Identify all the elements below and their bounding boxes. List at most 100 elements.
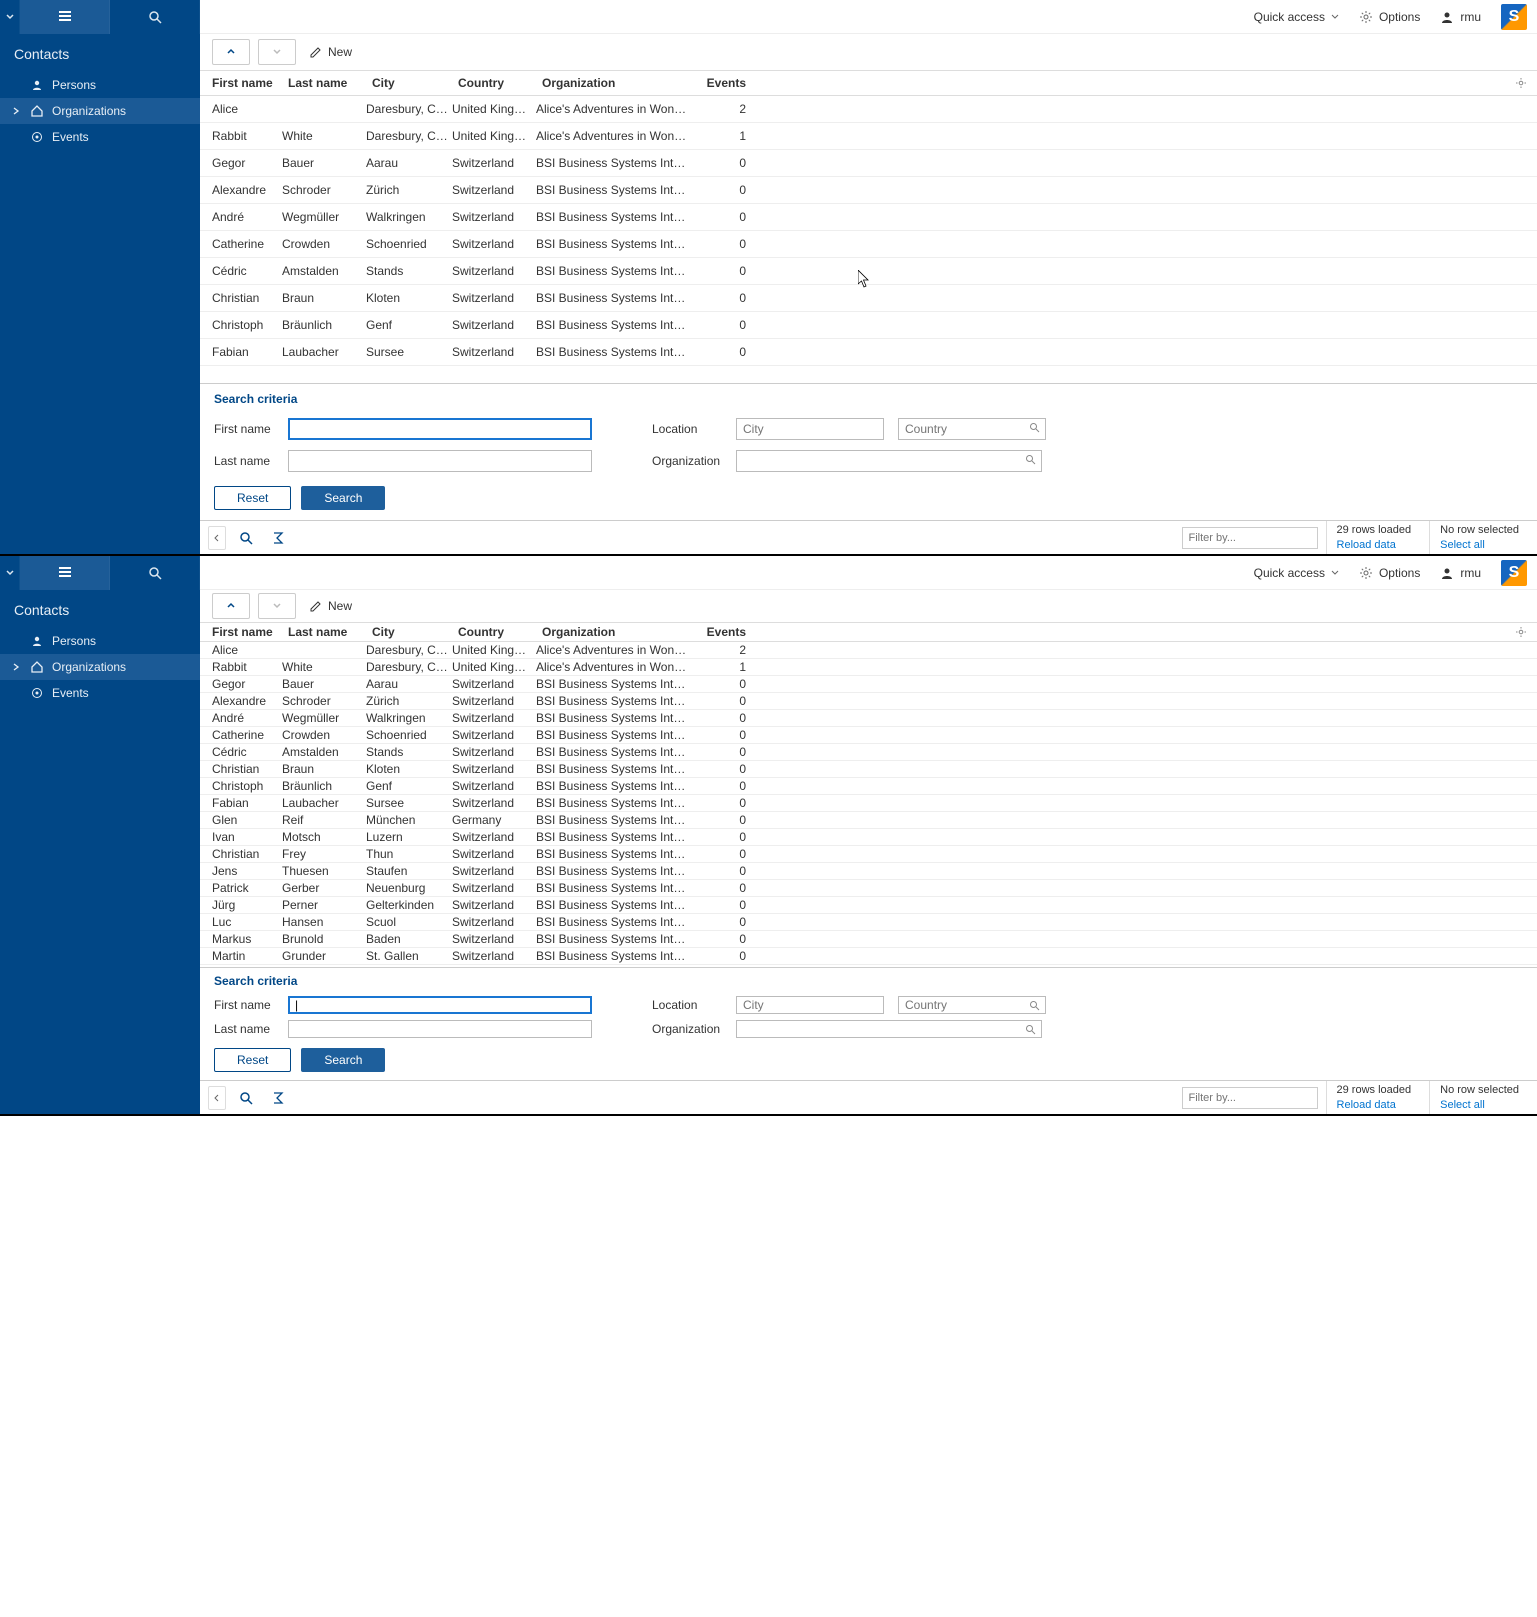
table-row[interactable]: GegorBauerAarauSwitzerlandBSI Business S… <box>200 676 1537 693</box>
table-row[interactable]: AliceDaresbury, CheshireUnited KingdomAl… <box>200 642 1537 659</box>
collapse-toggle[interactable] <box>208 526 226 550</box>
col-events[interactable]: Events <box>696 625 760 639</box>
city-input[interactable] <box>736 418 884 440</box>
sidebar-item-persons[interactable]: Persons <box>0 72 200 98</box>
filter-input[interactable] <box>1182 527 1318 549</box>
table-body[interactable]: AliceDaresbury, CheshireUnited KingdomAl… <box>200 642 1537 967</box>
quick-access[interactable]: Quick access <box>1254 10 1339 24</box>
table-row[interactable]: GlenReifMünchenGermanyBSI Business Syste… <box>200 812 1537 829</box>
options-menu[interactable]: Options <box>1359 10 1420 24</box>
last-name-input[interactable] <box>288 1020 592 1038</box>
first-name-input[interactable] <box>288 418 592 440</box>
nav-up-button[interactable] <box>212 593 250 619</box>
sidebar-tab-outline[interactable] <box>20 0 110 34</box>
new-button[interactable]: New <box>304 599 358 613</box>
table-config-button[interactable] <box>1505 626 1537 638</box>
sidebar-collapse-toggle[interactable] <box>0 556 20 590</box>
organization-input[interactable] <box>736 450 1042 472</box>
footer-sum-button[interactable] <box>266 526 290 550</box>
search-icon <box>148 566 162 580</box>
search-button[interactable]: Search <box>301 486 385 510</box>
footer-search-button[interactable] <box>234 526 258 550</box>
table-row[interactable]: MarkusBrunoldBadenSwitzerlandBSI Busines… <box>200 931 1537 948</box>
sidebar-item-events[interactable]: Events <box>0 680 200 706</box>
table-row[interactable]: ChristophBräunlichGenfSwitzerlandBSI Bus… <box>200 778 1537 795</box>
cell-events: 2 <box>696 102 760 116</box>
footer-sum-button[interactable] <box>266 1086 290 1110</box>
reset-button[interactable]: Reset <box>214 1048 291 1072</box>
sidebar-item-organizations[interactable]: Organizations <box>0 98 200 124</box>
user-menu[interactable]: rmu <box>1440 10 1481 24</box>
collapse-toggle[interactable] <box>208 1086 226 1110</box>
sidebar-item-organizations[interactable]: Organizations <box>0 654 200 680</box>
cell-first-name: Jens <box>200 864 282 878</box>
options-menu[interactable]: Options <box>1359 566 1420 580</box>
sidebar-item-persons[interactable]: Persons <box>0 628 200 654</box>
chevron-down-icon <box>1331 13 1339 21</box>
sidebar-tab-search[interactable] <box>110 0 200 34</box>
country-input[interactable] <box>898 996 1046 1014</box>
table-row[interactable]: AlexandreSchroderZürichSwitzerlandBSI Bu… <box>200 177 1537 204</box>
table-row[interactable]: AlexandreSchroderZürichSwitzerlandBSI Bu… <box>200 693 1537 710</box>
col-first-name[interactable]: First name <box>200 76 282 90</box>
col-events[interactable]: Events <box>696 76 760 90</box>
country-input[interactable] <box>898 418 1046 440</box>
nav-up-button[interactable] <box>212 39 250 65</box>
table-row[interactable]: CatherineCrowdenSchoenriedSwitzerlandBSI… <box>200 727 1537 744</box>
select-all-link[interactable]: Select all <box>1440 1098 1519 1112</box>
table-row[interactable]: RabbitWhiteDaresbury, CheshireUnited Kin… <box>200 659 1537 676</box>
table-row[interactable]: PatrickGerberNeuenburgSwitzerlandBSI Bus… <box>200 880 1537 897</box>
table-row[interactable]: GegorBauerAarauSwitzerlandBSI Business S… <box>200 150 1537 177</box>
col-organization[interactable]: Organization <box>536 625 696 639</box>
table-row[interactable]: ChristophBräunlichGenfSwitzerlandBSI Bus… <box>200 312 1537 339</box>
col-city[interactable]: City <box>366 625 452 639</box>
reload-data-link[interactable]: Reload data <box>1337 1098 1412 1112</box>
table-row[interactable]: ChristianFreyThunSwitzerlandBSI Business… <box>200 846 1537 863</box>
sidebar-tab-search[interactable] <box>110 556 200 590</box>
last-name-input[interactable] <box>288 450 592 472</box>
col-country[interactable]: Country <box>452 625 536 639</box>
col-organization[interactable]: Organization <box>536 76 696 90</box>
select-all-link[interactable]: Select all <box>1440 538 1519 552</box>
city-input[interactable] <box>736 996 884 1014</box>
col-first-name[interactable]: First name <box>200 625 282 639</box>
col-country[interactable]: Country <box>452 76 536 90</box>
table-row[interactable]: RabbitWhiteDaresbury, CheshireUnited Kin… <box>200 123 1537 150</box>
reload-data-link[interactable]: Reload data <box>1337 538 1412 552</box>
reset-button[interactable]: Reset <box>214 486 291 510</box>
table-row[interactable]: AndréWegmüllerWalkringenSwitzerlandBSI B… <box>200 204 1537 231</box>
table-row[interactable]: JensThuesenStaufenSwitzerlandBSI Busines… <box>200 863 1537 880</box>
new-button[interactable]: New <box>304 45 358 59</box>
quick-access[interactable]: Quick access <box>1254 566 1339 580</box>
table-row[interactable]: JürgPernerGelterkindenSwitzerlandBSI Bus… <box>200 897 1537 914</box>
table-row[interactable]: MartinGrunderSt. GallenSwitzerlandBSI Bu… <box>200 948 1537 965</box>
table-row[interactable]: ChristianBraunKlotenSwitzerlandBSI Busin… <box>200 761 1537 778</box>
sidebar-tab-outline[interactable] <box>20 556 110 590</box>
col-city[interactable]: City <box>366 76 452 90</box>
col-last-name[interactable]: Last name <box>282 76 366 90</box>
table-row[interactable]: IvanMotschLuzernSwitzerlandBSI Business … <box>200 829 1537 846</box>
table-row[interactable]: CatherineCrowdenSchoenriedSwitzerlandBSI… <box>200 231 1537 258</box>
table-row[interactable]: LucHansenScuolSwitzerlandBSI Business Sy… <box>200 914 1537 931</box>
table-row[interactable]: CédricAmstaldenStandsSwitzerlandBSI Busi… <box>200 744 1537 761</box>
first-name-input[interactable] <box>288 996 592 1014</box>
organization-input[interactable] <box>736 1020 1042 1038</box>
nav-down-button[interactable] <box>258 39 296 65</box>
sidebar-item-events[interactable]: Events <box>0 124 200 150</box>
nav-down-button[interactable] <box>258 593 296 619</box>
table-row[interactable]: AndréWegmüllerWalkringenSwitzerlandBSI B… <box>200 710 1537 727</box>
table-row[interactable]: CédricAmstaldenStandsSwitzerlandBSI Busi… <box>200 258 1537 285</box>
table-row[interactable]: AliceDaresbury, CheshireUnited KingdomAl… <box>200 96 1537 123</box>
col-last-name[interactable]: Last name <box>282 625 366 639</box>
user-menu[interactable]: rmu <box>1440 566 1481 580</box>
table-row[interactable]: ChristianBraunKlotenSwitzerlandBSI Busin… <box>200 285 1537 312</box>
filter-input[interactable] <box>1182 1087 1318 1109</box>
table-row[interactable]: FabianLaubacherSurseeSwitzerlandBSI Busi… <box>200 339 1537 366</box>
table-row[interactable]: FabianLaubacherSurseeSwitzerlandBSI Busi… <box>200 795 1537 812</box>
sidebar-collapse-toggle[interactable] <box>0 0 20 34</box>
footer-search-button[interactable] <box>234 1086 258 1110</box>
search-button[interactable]: Search <box>301 1048 385 1072</box>
table-body[interactable]: AliceDaresbury, CheshireUnited KingdomAl… <box>200 96 1537 383</box>
cell-first-name: Glen <box>200 813 282 827</box>
table-config-button[interactable] <box>1505 77 1537 89</box>
